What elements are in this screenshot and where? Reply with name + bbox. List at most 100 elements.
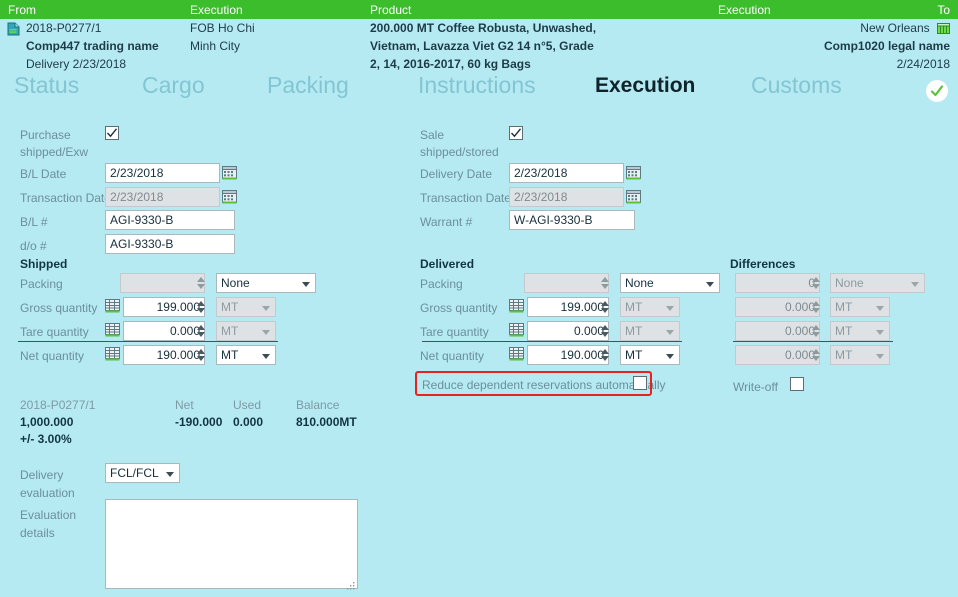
differences-gross-unit-dropdown: MT: [830, 297, 890, 317]
shipped-gross-unit-value: MT: [221, 300, 239, 314]
delivered-net-spinner[interactable]: [600, 346, 611, 364]
sale-transaction-date-label: Transaction Date: [420, 191, 511, 205]
shipped-net-grid-icon[interactable]: [105, 346, 120, 361]
delivered-tare-value[interactable]: [527, 321, 609, 341]
bl-number-input[interactable]: [105, 210, 235, 230]
tab-status[interactable]: Status: [14, 72, 79, 99]
summary-value-used: 0.000: [233, 415, 264, 429]
shipped-net-unit-dropdown[interactable]: MT: [216, 345, 276, 365]
delivered-tare-grid-icon[interactable]: [509, 322, 524, 337]
shipped-tare-unit-dropdown: MT: [216, 321, 276, 341]
tab-cargo[interactable]: Cargo: [142, 72, 205, 99]
delivery-evaluation-dropdown[interactable]: FCL/FCL: [105, 463, 180, 483]
header-product-line1: 200.000 MT Coffee Robusta, Unwashed,: [370, 21, 597, 35]
delivered-packing-label: Packing: [420, 277, 463, 291]
bl-date-label: B/L Date: [20, 167, 67, 181]
delivered-net-unit-value: MT: [625, 348, 643, 362]
delivered-gross-label: Gross quantity: [420, 301, 498, 315]
delivered-tare-spinner[interactable]: [600, 322, 611, 340]
tab-execution[interactable]: Execution: [595, 74, 695, 98]
evaluation-details-label-line2: details: [20, 526, 55, 540]
shipped-net-unit-value: MT: [221, 348, 239, 362]
header-execution-block: FOB Ho Chi Minh City: [190, 19, 255, 55]
bl-number-label: B/L #: [20, 215, 48, 229]
tab-customs[interactable]: Customs: [751, 72, 842, 99]
summary-header-reference: 2018-P0277/1: [20, 398, 96, 412]
tab-bar: Status Cargo Packing Instructions Execut…: [0, 72, 958, 112]
header-from-reference: 2018-P0277/1: [26, 21, 102, 35]
shipped-packing-unit-dropdown[interactable]: None: [216, 273, 316, 293]
differences-gross-value: [735, 297, 820, 317]
delivered-packing-unit-dropdown[interactable]: None: [620, 273, 720, 293]
do-number-input[interactable]: [105, 234, 235, 254]
differences-net-separator: [733, 341, 893, 342]
shipped-section-title: Shipped: [20, 257, 68, 271]
sale-title2: shipped/stored: [420, 145, 499, 159]
reduce-reservations-checkbox[interactable]: [633, 376, 647, 390]
differences-section-title: Differences: [730, 257, 796, 271]
evaluation-details-textarea[interactable]: [105, 499, 358, 590]
delivery-date-input[interactable]: [509, 163, 624, 183]
header-to-location: New Orleans: [860, 21, 930, 35]
header-col-execution2-title: Execution: [718, 3, 771, 17]
tab-instructions[interactable]: Instructions: [418, 72, 536, 99]
shipped-gross-grid-icon[interactable]: [105, 298, 120, 313]
differences-net-unit-dropdown: MT: [830, 345, 890, 365]
delivered-net-grid-icon[interactable]: [509, 346, 524, 361]
evaluation-details-label-line1: Evaluation: [20, 508, 77, 522]
delivered-packing-spinner[interactable]: [600, 274, 611, 292]
document-icon: [7, 22, 20, 36]
header-col-execution-title: Execution: [190, 3, 243, 17]
shipped-packing-spinner[interactable]: [196, 274, 207, 292]
summary-tolerance: +/- 3.00%: [20, 432, 72, 446]
bl-date-calendar-icon[interactable]: [222, 165, 237, 180]
purchase-shipped-checkbox[interactable]: [105, 126, 119, 140]
header-execution-line2: Minh City: [190, 39, 241, 53]
delivered-gross-grid-icon[interactable]: [509, 298, 524, 313]
delivery-evaluation-label-line1: Delivery: [20, 468, 64, 482]
check-circle-icon[interactable]: [926, 80, 948, 102]
sale-transaction-calendar-icon[interactable]: [626, 189, 641, 204]
bl-date-input[interactable]: [105, 163, 220, 183]
resize-grip-icon[interactable]: [347, 579, 355, 590]
shipped-tare-value[interactable]: [123, 321, 205, 341]
sale-title: Sale: [420, 128, 445, 142]
differences-net-unit-value: MT: [835, 348, 853, 362]
header-execution-line1: FOB Ho Chi: [190, 21, 255, 35]
shipped-tare-grid-icon[interactable]: [105, 322, 120, 337]
shipped-net-spinner[interactable]: [196, 346, 207, 364]
shipped-net-value[interactable]: [123, 345, 205, 365]
shipped-tare-spinner[interactable]: [196, 322, 207, 340]
differences-net-value: [735, 345, 820, 365]
write-off-checkbox[interactable]: [790, 377, 804, 391]
purchase-title2: shipped/Exw: [20, 145, 89, 159]
delivered-net-unit-dropdown[interactable]: MT: [620, 345, 680, 365]
delivery-date-calendar-icon[interactable]: [626, 165, 641, 180]
differences-packing-unit-value: None: [835, 276, 864, 290]
delivered-gross-unit-dropdown: MT: [620, 297, 680, 317]
purchase-transaction-calendar-icon[interactable]: [222, 189, 237, 204]
purchase-title: Purchase: [20, 128, 71, 142]
header-product-line2: Vietnam, Lavazza Viet G2 14 n°5, Grade: [370, 39, 594, 53]
header-from-trader: Comp447 trading name: [26, 39, 159, 53]
write-off-label: Write-off: [733, 380, 778, 394]
differences-tare-value: [735, 321, 820, 341]
differences-gross-unit-value: MT: [835, 300, 853, 314]
delivered-gross-value[interactable]: [527, 297, 609, 317]
delivered-gross-spinner[interactable]: [600, 298, 611, 316]
header-to-block: New Orleans Comp1020 legal name 2/24/201…: [824, 19, 950, 73]
shipped-net-label: Net quantity: [20, 349, 85, 363]
warrant-number-input[interactable]: [509, 210, 635, 230]
header-col-from-title: From: [8, 3, 36, 17]
delivered-net-value[interactable]: [527, 345, 609, 365]
warrant-number-label: Warrant #: [420, 215, 473, 229]
delivered-packing-value: [524, 273, 609, 293]
header-col-to-title: To: [937, 3, 950, 17]
summary-value-balance: 810.000MT: [296, 415, 357, 429]
header-info: 2018-P0277/1 Comp447 trading name Delive…: [0, 19, 958, 72]
sale-shipped-checkbox[interactable]: [509, 126, 523, 140]
shipped-gross-spinner[interactable]: [196, 298, 207, 316]
summary-header-balance: Balance: [296, 398, 340, 412]
tab-packing[interactable]: Packing: [267, 72, 349, 99]
shipped-gross-value[interactable]: [123, 297, 205, 317]
